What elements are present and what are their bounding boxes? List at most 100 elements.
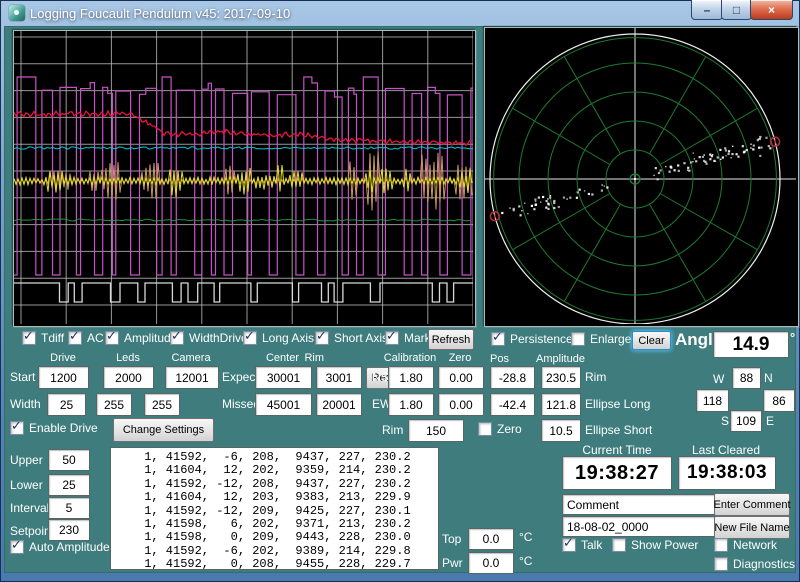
checkbox-icon — [243, 331, 257, 345]
comment-input[interactable]: Comment — [562, 494, 716, 515]
ellipse-short-display: 10.5 — [541, 419, 581, 442]
short-axis-checkbox[interactable]: Short Axis — [315, 331, 388, 345]
checkbox-icon — [562, 538, 576, 552]
ellipse-short-label: Ellipse Short — [585, 423, 652, 437]
data-log[interactable]: 1, 41592, -6, 208, 9437, 227, 230.2 1, 4… — [110, 447, 439, 570]
compass-s-label: S — [721, 414, 729, 428]
network-label: Network — [733, 538, 777, 552]
pos-header: Pos — [490, 353, 533, 365]
last-cleared-label: Last Cleared — [678, 443, 774, 457]
top-temp-display: 0.0 — [468, 528, 514, 550]
log-text: 1, 41592, -6, 208, 9437, 227, 230.2 1, 4… — [111, 448, 438, 570]
auto-amplitude-label: Auto Amplitude — [29, 540, 110, 554]
checkbox-icon — [714, 557, 728, 571]
show-power-label: Show Power — [631, 538, 698, 552]
leds-header: Leds — [103, 352, 153, 364]
compass-e-label: E — [766, 414, 774, 428]
title-bar[interactable]: Logging Foucault Pendulum v45: 2017-09-1… — [0, 0, 800, 26]
maximize-icon: □ — [733, 3, 740, 17]
ns-amplitude-display: 230.5 — [541, 366, 581, 389]
oscilloscope-canvas — [14, 31, 473, 324]
rim-header: Rim — [264, 352, 324, 364]
show-power-checkbox[interactable]: Show Power — [612, 538, 698, 552]
long-axis-label: Long Axis — [262, 331, 314, 345]
start-drive-field[interactable]: 1200 — [38, 366, 89, 389]
ns-calibration-field[interactable]: 1.80 — [388, 366, 434, 389]
widthdrive-checkbox[interactable]: WidthDrive — [170, 331, 248, 345]
minimize-icon: – — [704, 3, 711, 17]
auto-amplitude-checkbox[interactable]: Auto Amplitude — [10, 540, 110, 554]
zero-header: Zero — [438, 352, 482, 364]
compass-south-display: 109 — [730, 410, 762, 432]
compass-n-label: N — [764, 371, 773, 385]
lower-field[interactable]: 25 — [48, 474, 90, 496]
current-time-label: Current Time — [562, 443, 672, 457]
compass-west-display: 118 — [696, 389, 729, 412]
rim-calibration-field[interactable]: 150 — [408, 419, 464, 442]
interval-field[interactable]: 5 — [48, 497, 90, 519]
long-axis-checkbox[interactable]: Long Axis — [243, 331, 314, 345]
ew-calibration-field[interactable]: 1.80 — [388, 393, 434, 416]
talk-checkbox[interactable]: Talk — [562, 538, 602, 552]
camera-header: Camera — [165, 352, 217, 364]
checkbox-icon — [170, 331, 184, 345]
checkbox-icon — [315, 331, 329, 345]
width-leds-field[interactable]: 255 — [96, 393, 132, 416]
calibration-header: Calibration — [383, 352, 437, 364]
lower-label: Lower — [10, 478, 43, 492]
checkbox-icon — [68, 331, 82, 345]
diagnostics-checkbox[interactable]: Diagnostics — [714, 557, 795, 571]
ew-zero-field[interactable]: 0.00 — [438, 393, 484, 416]
ac-checkbox[interactable]: AC — [68, 331, 104, 345]
enable-drive-checkbox[interactable]: Enable Drive — [10, 421, 98, 435]
top-temp-label: Top — [442, 532, 461, 546]
width-camera-field[interactable]: 255 — [144, 393, 180, 416]
polar-plot-canvas — [485, 28, 796, 324]
new-file-name-button[interactable]: New File Name — [714, 516, 790, 539]
ellipse-long-label: Ellipse Long — [585, 397, 650, 411]
close-button[interactable]: × — [750, 0, 793, 20]
window-title: Logging Foucault Pendulum v45: 2017-09-1… — [30, 6, 290, 21]
missed-rim-field: 20001 — [316, 393, 362, 416]
maximize-button[interactable]: □ — [721, 0, 752, 20]
checkbox-icon — [385, 331, 399, 345]
clear-button[interactable]: Clear — [632, 331, 671, 350]
persistence-checkbox[interactable]: Persistence — [491, 332, 573, 346]
change-settings-button[interactable]: Change Settings — [113, 418, 214, 442]
compass-east-display: 86 — [763, 389, 795, 412]
upper-label: Upper — [10, 453, 43, 467]
upper-field[interactable]: 50 — [48, 449, 90, 471]
width-drive-field[interactable]: 25 — [47, 393, 86, 416]
ns-label: NS — [372, 370, 389, 384]
enlarge-label: Enlarge — [590, 332, 631, 346]
enter-comment-button[interactable]: Enter Comment — [714, 493, 790, 516]
tdiff-checkbox[interactable]: Tdiff — [22, 331, 64, 345]
enable-drive-label: Enable Drive — [29, 421, 98, 435]
zero-checkbox[interactable]: Zero — [478, 422, 522, 436]
start-label: Start — [10, 370, 35, 384]
pwr-temp-label: Pwr — [442, 556, 463, 570]
start-camera-field[interactable]: 12001 — [165, 366, 219, 389]
pwr-temp-unit: °C — [519, 554, 532, 568]
setpoint-field[interactable]: 230 — [48, 519, 90, 541]
start-leds-field[interactable]: 2000 — [103, 366, 154, 389]
ns-zero-field[interactable]: 0.00 — [438, 366, 484, 389]
angle-display: 14.9 — [713, 331, 789, 358]
checkbox-icon — [478, 422, 492, 436]
diagnostics-label: Diagnostics — [733, 557, 795, 571]
filename-input[interactable]: 18-08-02_0000 — [562, 516, 716, 537]
enlarge-checkbox[interactable]: Enlarge — [571, 332, 631, 346]
minimize-button[interactable]: – — [691, 0, 723, 20]
short-axis-label: Short Axis — [334, 331, 388, 345]
network-checkbox[interactable]: Network — [714, 538, 777, 552]
rim-row-label: Rim — [382, 423, 403, 437]
compass-w-label: W — [713, 372, 724, 386]
checkbox-icon — [10, 421, 24, 435]
compass-north-display: 88 — [732, 367, 761, 389]
amplitude-checkbox[interactable]: Amplitude — [105, 331, 177, 345]
refresh-button[interactable]: Refresh — [428, 329, 474, 350]
checkbox-icon — [491, 332, 505, 346]
app-icon — [9, 5, 25, 21]
checkbox-icon — [612, 538, 626, 552]
expect-center-field: 30001 — [255, 366, 312, 389]
